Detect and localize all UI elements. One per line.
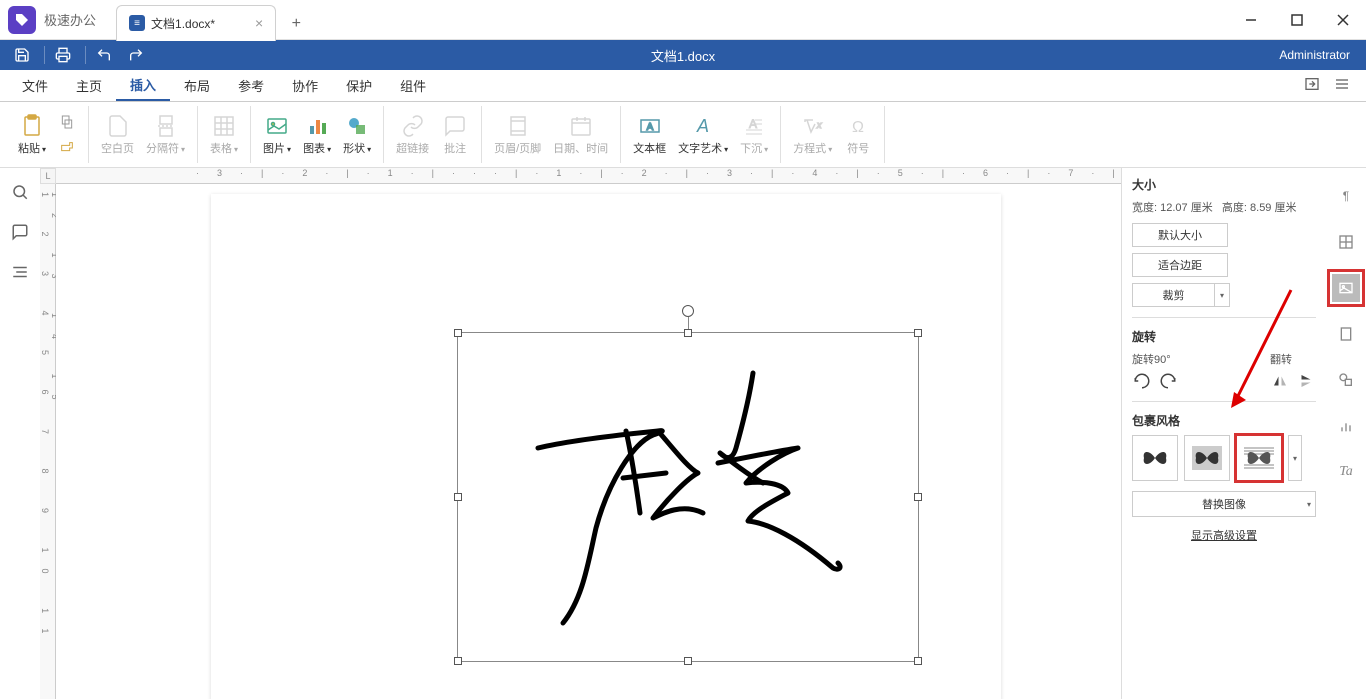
- image-tab-icon[interactable]: [1332, 274, 1360, 302]
- image-button[interactable]: 图片▾: [257, 112, 297, 158]
- default-size-button[interactable]: 默认大小: [1132, 223, 1228, 247]
- flip-horizontal-icon[interactable]: [1270, 371, 1290, 391]
- rotate-handle[interactable]: [682, 305, 694, 317]
- fit-margin-button[interactable]: 适合边距: [1132, 253, 1228, 277]
- paragraph-tab-icon[interactable]: ¶: [1332, 182, 1360, 210]
- redo-icon[interactable]: [122, 41, 150, 69]
- menu-home[interactable]: 主页: [62, 70, 116, 101]
- open-file-icon[interactable]: [1304, 76, 1320, 95]
- comment-button[interactable]: 批注: [435, 112, 475, 158]
- resize-handle-ml[interactable]: [454, 493, 462, 501]
- resize-handle-bl[interactable]: [454, 657, 462, 665]
- wrap-inline-button[interactable]: [1132, 435, 1178, 481]
- symbol-button[interactable]: Ω 符号: [838, 112, 878, 158]
- close-window-button[interactable]: [1320, 0, 1366, 40]
- maximize-button[interactable]: [1274, 0, 1320, 40]
- replace-image-button[interactable]: 替换图像▾: [1132, 491, 1316, 517]
- blank-page-button[interactable]: 空白页: [95, 112, 140, 158]
- close-icon[interactable]: ×: [255, 15, 263, 31]
- shape-tab-icon[interactable]: [1332, 366, 1360, 394]
- ribbon: 粘贴▾ 空白页 分隔符▾ 表格▾ 图片▾ 图表▾: [0, 102, 1366, 168]
- wrap-more-button[interactable]: ▾: [1288, 435, 1302, 481]
- tab-label: 文档1.docx*: [151, 15, 215, 32]
- page[interactable]: [211, 194, 1001, 699]
- add-tab-button[interactable]: +: [280, 8, 312, 40]
- user-label: Administrator: [1279, 48, 1358, 62]
- comments-icon[interactable]: [8, 220, 32, 244]
- table-button[interactable]: 表格▾: [204, 112, 244, 158]
- format-painter-icon[interactable]: [56, 137, 78, 159]
- minimize-button[interactable]: [1228, 0, 1274, 40]
- wordart-button[interactable]: A 文字艺术▾: [672, 112, 734, 158]
- save-icon[interactable]: [8, 41, 36, 69]
- svg-text:A: A: [646, 122, 653, 133]
- equation-button[interactable]: x 方程式▾: [787, 112, 838, 158]
- crop-button[interactable]: 裁剪▾: [1132, 283, 1316, 307]
- document-canvas[interactable]: L ·3·|·2·|·1·|···|·1·|·2·|·3·|·4·|·5·|·6…: [40, 168, 1121, 699]
- rotate-title: 旋转: [1132, 328, 1316, 345]
- menu-layout[interactable]: 布局: [170, 70, 224, 101]
- menu-addon[interactable]: 组件: [386, 70, 440, 101]
- search-icon[interactable]: [8, 180, 32, 204]
- table-tab-icon[interactable]: [1332, 228, 1360, 256]
- menubar: 文件 主页 插入 布局 参考 协作 保护 组件: [0, 70, 1366, 102]
- selected-image[interactable]: [457, 332, 919, 662]
- header-footer-button[interactable]: 页眉/页脚: [488, 112, 547, 158]
- titlebar: 极速办公 ≡ 文档1.docx* × +: [0, 0, 1366, 40]
- document-tab[interactable]: ≡ 文档1.docx* ×: [116, 5, 276, 41]
- undo-icon[interactable]: [90, 41, 118, 69]
- svg-text:A: A: [696, 116, 709, 136]
- app-logo: [8, 6, 36, 34]
- chart-button[interactable]: 图表▾: [297, 112, 337, 158]
- size-title: 大小: [1132, 176, 1316, 193]
- rotate-left-icon[interactable]: [1132, 371, 1152, 391]
- quick-access-bar: 文档1.docx Administrator: [0, 40, 1366, 70]
- wrap-tight-button[interactable]: [1236, 435, 1282, 481]
- menu-ref[interactable]: 参考: [224, 70, 278, 101]
- resize-handle-bm[interactable]: [684, 657, 692, 665]
- copy-icon[interactable]: [56, 111, 78, 133]
- rotate-right-icon[interactable]: [1158, 371, 1178, 391]
- menu-insert[interactable]: 插入: [116, 70, 170, 101]
- outline-icon[interactable]: [8, 260, 32, 284]
- shape-button[interactable]: 形状▾: [337, 112, 377, 158]
- flip-vertical-icon[interactable]: [1296, 371, 1316, 391]
- menu-collab[interactable]: 协作: [278, 70, 332, 101]
- header-tab-icon[interactable]: [1332, 320, 1360, 348]
- svg-text:x: x: [816, 120, 822, 130]
- dropcap-button[interactable]: A 下沉▾: [734, 112, 774, 158]
- paste-button[interactable]: 粘贴▾: [12, 112, 52, 158]
- hyperlink-button[interactable]: 超链接: [390, 112, 435, 158]
- vertical-ruler: 1 2 3 4 5 6 7 8 9 10 11 12 13 14 15: [40, 184, 56, 699]
- svg-text:Ω: Ω: [852, 119, 864, 136]
- menu-protect[interactable]: 保护: [332, 70, 386, 101]
- resize-handle-tl[interactable]: [454, 329, 462, 337]
- chart-tab-icon[interactable]: [1332, 412, 1360, 440]
- wrap-title: 包裹风格: [1132, 412, 1316, 429]
- datetime-button[interactable]: 日期、时间: [547, 112, 614, 158]
- ruler-corner: L: [40, 168, 56, 184]
- horizontal-ruler: ·3·|·2·|·1·|···|·1·|·2·|·3·|·4·|·5·|·6·|…: [56, 168, 1121, 184]
- resize-handle-mr[interactable]: [914, 493, 922, 501]
- doc-title: 文档1.docx: [651, 46, 715, 65]
- doc-icon: ≡: [129, 15, 145, 31]
- size-values: 宽度: 12.07 厘米 高度: 8.59 厘米: [1132, 199, 1316, 215]
- wrap-square-button[interactable]: [1184, 435, 1230, 481]
- textbox-button[interactable]: A 文本框: [627, 112, 672, 158]
- page-break-button[interactable]: 分隔符▾: [140, 112, 191, 158]
- right-side-tabs: ¶ Ta: [1326, 168, 1366, 699]
- properties-panel: 大小 宽度: 12.07 厘米 高度: 8.59 厘米 默认大小 适合边距 裁剪…: [1121, 168, 1326, 699]
- advanced-settings-link[interactable]: 显示高级设置: [1132, 527, 1316, 543]
- resize-handle-tm[interactable]: [684, 329, 692, 337]
- signature-image: [488, 353, 888, 633]
- menu-file[interactable]: 文件: [8, 70, 62, 101]
- menu-icon[interactable]: [1334, 76, 1350, 95]
- resize-handle-tr[interactable]: [914, 329, 922, 337]
- textart-tab-icon[interactable]: Ta: [1332, 458, 1360, 486]
- left-toolbar: [0, 168, 40, 699]
- app-name: 极速办公: [44, 10, 96, 29]
- resize-handle-br[interactable]: [914, 657, 922, 665]
- print-icon[interactable]: [49, 41, 77, 69]
